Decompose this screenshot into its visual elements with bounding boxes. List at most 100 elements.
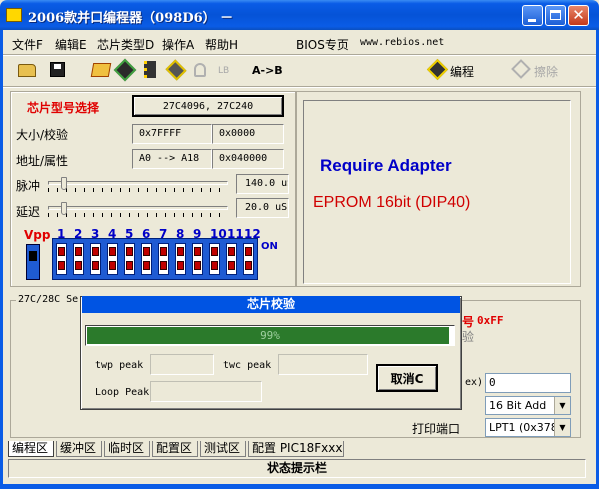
title-bar: 2006款并口编程器（098D6） － ✕ — [0, 0, 599, 30]
menu-file[interactable]: 文件F — [12, 36, 43, 53]
delay-slider-track — [48, 206, 228, 210]
verify-progress-bar: 99% — [85, 325, 455, 346]
delay-slider-ticks — [48, 213, 228, 217]
window-left-border — [0, 30, 3, 489]
verify-progress-text: 99% — [260, 329, 280, 342]
delay-label: 延迟 — [16, 205, 41, 219]
delay-slider[interactable] — [44, 202, 232, 218]
tab-0[interactable]: 编程区 — [8, 441, 54, 457]
chevron-down-icon[interactable]: ▼ — [554, 397, 570, 414]
loop-field — [150, 381, 262, 402]
pulse-field: 140.0 uS — [236, 174, 289, 194]
checksum-field: 0x0000 — [212, 124, 284, 144]
chip-model-value: 27C4096, 27C240 — [162, 100, 254, 112]
pulse-slider-ticks — [48, 188, 228, 192]
cancel-button[interactable]: 取消C — [376, 364, 438, 392]
open-folder-icon[interactable] — [18, 64, 36, 77]
verify-dialog-title: 芯片校验 — [82, 296, 460, 313]
pulse-slider[interactable] — [44, 177, 232, 193]
menu-bar: 文件F 编辑E 芯片类型D 操作A 帮助H BIOS专页 www.rebios.… — [0, 33, 599, 53]
twp-label: twp peak — [95, 360, 144, 371]
twp-field — [150, 354, 214, 375]
tab-4[interactable]: 测试区 — [200, 441, 246, 457]
toolbar-divider — [0, 86, 599, 88]
dip-switch-7[interactable] — [158, 243, 169, 275]
verify-dialog-title-text: 芯片校验 — [246, 297, 295, 311]
program-icon — [426, 58, 449, 81]
menu-chip-type[interactable]: 芯片类型D — [97, 36, 154, 53]
delay-field: 20.0 uS — [236, 198, 289, 218]
addr-label: 地址/属性 — [16, 154, 69, 168]
adapter-display — [303, 100, 571, 284]
tab-1[interactable]: 缓冲区 — [56, 441, 102, 457]
cancel-label: 取消C — [390, 371, 424, 386]
verify-chip-icon[interactable] — [113, 58, 137, 82]
tab-2[interactable]: 临时区 — [104, 441, 150, 457]
window-title: 2006款并口编程器（098D6） － — [28, 11, 234, 26]
bottom-tabs: 编程区 缓冲区 临时区 配置区 测试区 配置 PIC18Fxxx — [8, 441, 348, 457]
vpp-switch[interactable] — [26, 244, 40, 280]
dip-switch-9[interactable] — [192, 243, 203, 275]
pulse-slider-thumb[interactable] — [61, 177, 67, 190]
erase-icon — [511, 59, 531, 79]
chip-model-button[interactable]: 27C4096, 27C240 — [132, 95, 284, 117]
hex-input[interactable]: 0 — [485, 373, 571, 393]
twc-label: twc peak — [223, 360, 272, 371]
twc-field — [278, 354, 368, 375]
program-label: 编程 — [450, 65, 475, 79]
program-button[interactable]: 编程 — [426, 58, 480, 81]
vpp-label: Vpp — [24, 228, 51, 242]
lock-icon — [194, 63, 206, 77]
addr-range-field: A0 --> A18 — [132, 149, 212, 169]
lb-label: LB — [218, 66, 230, 76]
toolbar: LB A->B 编程 擦除 — [0, 57, 599, 85]
status-text: 状态提示栏 — [266, 461, 327, 475]
menu-bios[interactable]: BIOS专页 — [296, 36, 349, 53]
dip-switch-3[interactable] — [90, 243, 101, 275]
menu-edit[interactable]: 编辑E — [55, 36, 87, 53]
dip-switch-1[interactable] — [56, 243, 67, 275]
read-chip-icon[interactable] — [90, 63, 112, 77]
port-label: 打印端口 — [412, 422, 461, 436]
dip-switch-5[interactable] — [124, 243, 135, 275]
menu-operate[interactable]: 操作A — [162, 36, 194, 53]
port-select[interactable]: LPT1 (0x378) ▼ — [485, 418, 571, 437]
lower-group-label: 27C/28C Se — [16, 294, 81, 305]
dip-switch-2[interactable] — [73, 243, 84, 275]
dip-switch-6[interactable] — [141, 243, 152, 275]
close-button[interactable]: ✕ — [568, 5, 589, 26]
pulse-slider-track — [48, 181, 228, 185]
auto-icon[interactable] — [165, 59, 187, 81]
addr-attr-field: 0x040000 — [212, 149, 284, 169]
blank-check-icon[interactable] — [144, 61, 156, 78]
pulse-label: 脉冲 — [16, 179, 41, 193]
dip-switch-8[interactable] — [175, 243, 186, 275]
require-adapter-text: Require Adapter — [320, 156, 452, 175]
delay-slider-thumb[interactable] — [61, 202, 67, 215]
maximize-icon — [550, 10, 561, 20]
adapter-device-text: EPROM 16bit (DIP40) — [313, 194, 471, 211]
loop-label: Loop Peak — [95, 387, 150, 398]
hex-label: ex) — [465, 377, 484, 388]
add-mode-value: 16 Bit Add — [489, 399, 547, 412]
menu-url[interactable]: www.rebios.net — [360, 37, 444, 48]
chevron-down-icon[interactable]: ▼ — [554, 419, 570, 436]
dip-switch-bank[interactable] — [52, 238, 258, 280]
tab-5[interactable]: 配置 PIC18Fxxx — [248, 441, 344, 457]
dip-switch-11[interactable] — [226, 243, 237, 275]
menu-help[interactable]: 帮助H — [205, 36, 238, 53]
save-icon[interactable] — [50, 62, 65, 77]
minimize-button[interactable] — [522, 5, 543, 26]
app-icon — [6, 8, 22, 22]
size-label: 大小/校验 — [16, 128, 69, 142]
dip-switch-10[interactable] — [209, 243, 220, 275]
dip-switch-12[interactable] — [243, 243, 254, 275]
dip-switch-4[interactable] — [107, 243, 118, 275]
tab-3[interactable]: 配置区 — [152, 441, 198, 457]
add-mode-select[interactable]: 16 Bit Add ▼ — [485, 396, 571, 415]
maximize-button[interactable] — [545, 5, 566, 26]
right-red-value: 0xFF — [477, 314, 504, 327]
a-to-b-button[interactable]: A->B — [252, 64, 283, 77]
minimize-icon — [528, 19, 536, 22]
erase-button[interactable]: 擦除 — [511, 59, 564, 81]
